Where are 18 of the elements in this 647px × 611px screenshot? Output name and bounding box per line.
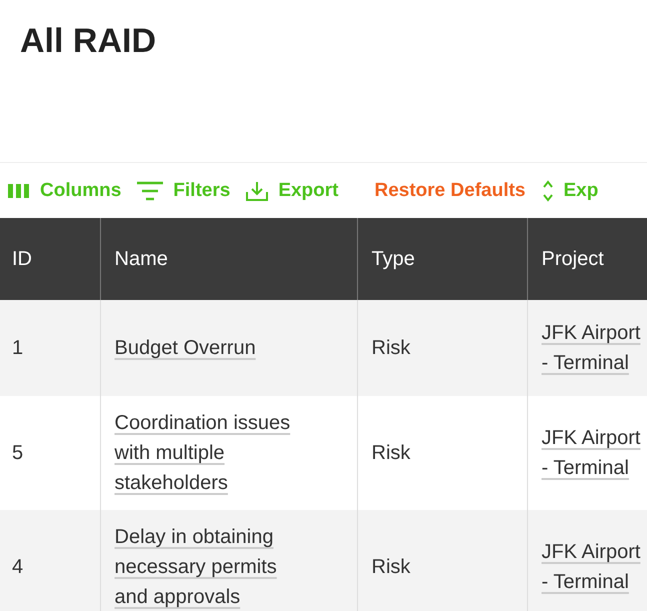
id-cell: 5 xyxy=(12,442,24,464)
columns-icon xyxy=(8,182,30,198)
project-link[interactable]: JFK Airport - Terminal xyxy=(542,423,644,483)
column-header[interactable]: Project xyxy=(527,218,647,300)
filter-icon xyxy=(137,180,164,200)
id-cell: 4 xyxy=(12,556,24,578)
download-icon xyxy=(246,180,268,200)
type-cell: Risk xyxy=(372,337,410,359)
page-title: All RAID xyxy=(19,21,157,62)
id-cell: 1 xyxy=(12,337,24,359)
raid-name-link[interactable]: Budget Overrun xyxy=(114,333,256,363)
column-header[interactable]: ID xyxy=(0,218,100,300)
column-header[interactable]: Name xyxy=(100,218,357,300)
type-cell: Risk xyxy=(372,442,410,464)
type-cell: Risk xyxy=(372,556,410,578)
column-header[interactable]: Type xyxy=(357,218,527,300)
raid-name-link[interactable]: Coordination issues with multiple stakeholders xyxy=(114,408,314,498)
chevrons-icon xyxy=(542,180,554,202)
